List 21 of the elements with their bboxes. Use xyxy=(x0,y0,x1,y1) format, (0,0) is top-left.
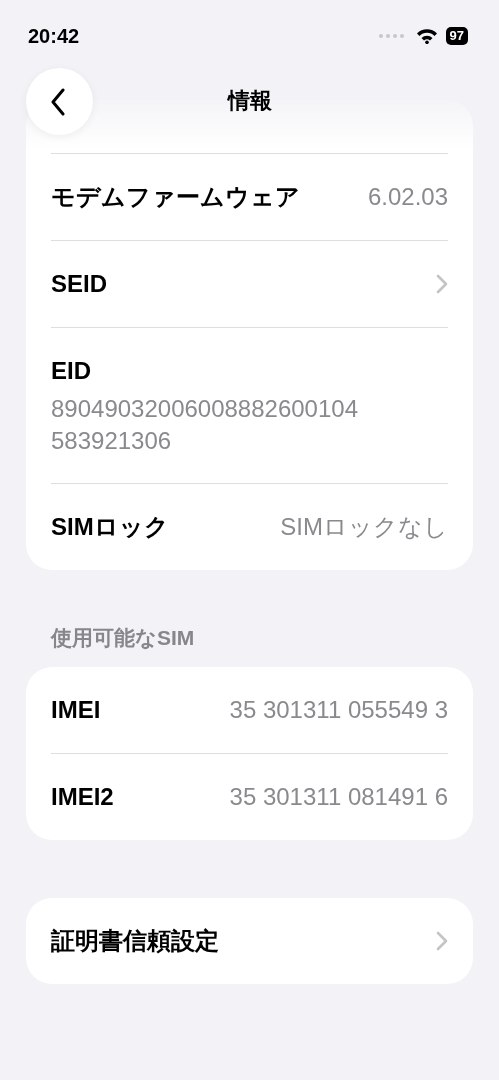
row-value: 35 301311 055549 3 xyxy=(229,696,448,724)
list-row[interactable]: SEID xyxy=(51,240,448,327)
battery-level: 97 xyxy=(445,27,468,45)
row-label: EID xyxy=(51,356,91,385)
list-row[interactable]: 証明書信頼設定 xyxy=(51,898,448,984)
row-value: 6.02.03 xyxy=(367,183,448,211)
signal-icon xyxy=(377,33,406,39)
row-value: 89049032006008882600104583921306 xyxy=(51,393,359,456)
page-title: 情報 xyxy=(226,87,273,115)
row-label: IMEI2 xyxy=(51,783,114,811)
chevron-icon xyxy=(436,274,448,294)
section-header: 使用可能なSIM xyxy=(51,625,196,652)
row-label: SIMロック xyxy=(51,512,169,542)
row-value: 35 301311 081491 6 xyxy=(229,783,448,811)
wifi-icon xyxy=(415,28,438,44)
status-time: 20:42 xyxy=(28,24,80,48)
row-label: IMEI xyxy=(51,696,101,724)
back-chevron-icon xyxy=(49,87,66,116)
chevron-icon xyxy=(436,931,448,951)
row-value: SIMロックなし xyxy=(280,512,448,542)
row-label: モデムファームウェア xyxy=(51,182,300,212)
